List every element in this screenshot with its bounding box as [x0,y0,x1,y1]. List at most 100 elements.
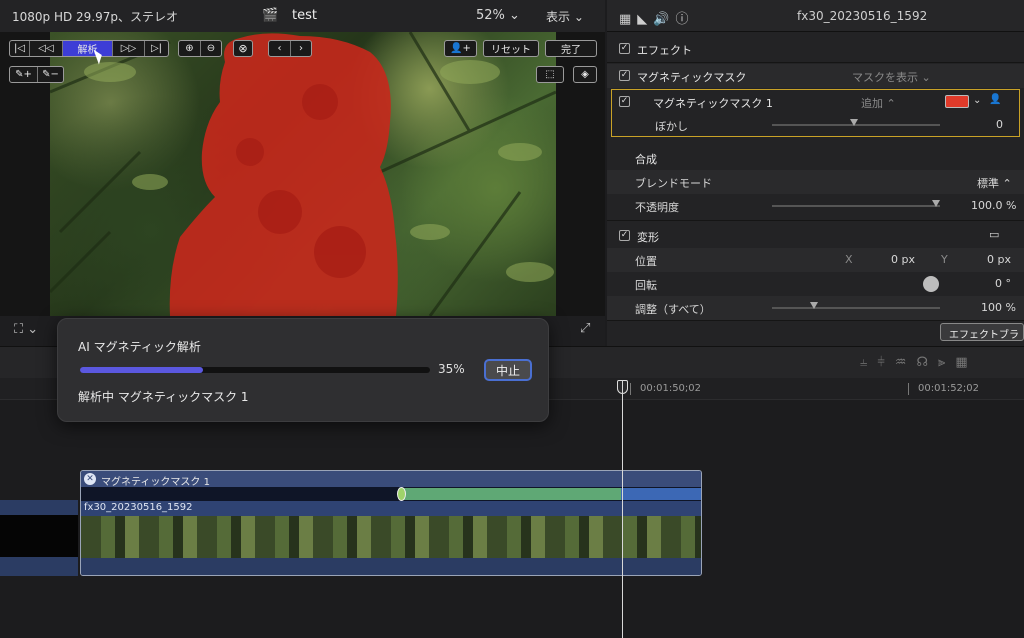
rotation-dial[interactable] [923,276,939,292]
mask1-row: ✓ マグネティックマスク 1 追加 ⌃ ⌄ 👤 [607,90,1024,114]
viewer: 1080p HD 29.97p、ステレオ 🎬 test 52% ⌄ 表示 ⌄ |… [0,0,605,346]
mask-color-swatch[interactable] [945,95,969,108]
analyze-button[interactable]: 解析 [63,41,113,56]
filmstrip-thumbnails [81,516,701,558]
analysis-hud: AI マグネティック解析 35% 中止 解析中 マグネティックマスク 1 [57,318,549,422]
blend-mode-menu[interactable]: 標準 ⌃ [977,175,1012,191]
hud-title: AI マグネティック解析 [78,340,201,354]
timecode-1: 00:01:50;02 [640,383,702,394]
effects-checkbox[interactable]: ✓ [619,43,630,54]
clear-icon[interactable]: ⊗ [233,40,253,57]
rotation-value[interactable]: 0 ° [995,277,1011,290]
mask1-label: マグネティックマスク 1 [653,97,773,110]
hud-progress-bar [80,367,430,373]
feather-knob[interactable] [850,119,858,126]
transform-label: 変形 [637,231,659,244]
pending-range [621,488,701,500]
effect-clip-label: マグネティックマスク 1 [101,477,210,488]
transform-row: ✓ 変形 ▭ [607,224,1024,248]
mask-mode-menu[interactable]: 追加 ⌃ [861,95,896,111]
zoom-controls: ⊕ ⊖ [178,40,222,57]
opacity-value[interactable]: 100.0 % [971,199,1016,212]
brush-remove-icon[interactable]: ✎− [38,67,63,82]
add-person-icon[interactable]: 👤+ [444,40,477,57]
inspector-clip-name: fx30_20230516_1592 [797,9,928,23]
position-row: 位置 X 0 px Y 0 px [607,248,1024,272]
frame-art [50,32,556,316]
inspector-header: ▦◣🔊ⓘ fx30_20230516_1592 [607,0,1024,32]
analyze-forward-button[interactable]: ▷▷ [113,41,145,56]
composite-row: 合成 [607,146,1024,170]
clapper-icon: 🎬 [262,8,279,23]
plus-icon[interactable]: ⊕ [179,41,201,56]
scale-knob[interactable] [810,302,818,309]
pos-y-label: Y [941,253,948,266]
format-info: 1080p HD 29.97p、ステレオ [12,10,179,24]
opacity-knob[interactable] [932,200,940,207]
transform-tool-icon[interactable]: ⛶ ⌄ [14,322,38,337]
viewer-header: 1080p HD 29.97p、ステレオ 🎬 test 52% ⌄ 表示 ⌄ [0,0,605,32]
effects-browser-button[interactable]: エフェクトブラ [940,323,1024,341]
magnetic-mask-label: マグネティックマスク [637,71,747,84]
timeline-tool-icons[interactable]: ⫨⫩♒☊⫸▦ [860,355,978,370]
clip-label: fx30_20230516_1592 [84,502,193,513]
minus-icon[interactable]: ⊖ [201,41,221,56]
pos-x-label: X [845,253,853,266]
analysis-marker [397,487,406,501]
show-mask-menu[interactable]: マスクを表示 ⌄ [852,69,931,85]
timecode-2: 00:01:52;02 [918,383,980,394]
magnetic-mask-checkbox[interactable]: ✓ [619,70,630,81]
effect-clip-header: ✕ マグネティックマスク 1 [81,471,701,488]
blend-mode-row: ブレンドモード 標準 ⌃ [607,170,1024,194]
scale-slider[interactable] [772,307,940,309]
brush-controls: ✎+ ✎− [9,66,64,83]
position-label: 位置 [635,255,657,268]
pos-x-value[interactable]: 0 px [891,253,915,266]
opacity-slider[interactable] [772,205,940,207]
remove-effect-icon[interactable]: ✕ [84,473,96,485]
done-button[interactable]: 完了 [545,40,597,57]
next-keyframe-icon[interactable]: › [291,41,311,56]
scale-label: 調整（すべて） [635,303,711,316]
rotation-label: 回転 [635,279,657,292]
video-frame[interactable] [50,32,556,316]
inspector: ▦◣🔊ⓘ fx30_20230516_1592 ✓ エフェクト ✓ マグネティッ… [607,0,1024,346]
feather-label: ぼかし [655,120,688,133]
inspector-tab-icons[interactable]: ▦◣🔊ⓘ [619,8,694,27]
timeline-clip[interactable]: ✕ マグネティックマスク 1 fx30_20230516_1592 [80,470,702,576]
selection-rect-icon[interactable]: ⬚ [536,66,564,83]
layers-icon[interactable]: ◈ [573,66,597,83]
color-chevron-icon[interactable]: ⌄ [973,95,981,106]
go-end-button[interactable]: ▷| [145,41,168,56]
composite-label: 合成 [635,153,657,166]
transform-onscreen-icon[interactable]: ▭ [989,228,999,241]
pos-y-value[interactable]: 0 px [987,253,1011,266]
opacity-label: 不透明度 [635,201,679,214]
zoom-menu[interactable]: 52% ⌄ [476,8,520,23]
feather-value[interactable]: 0 [996,118,1003,131]
stop-button[interactable]: 中止 [484,359,532,381]
mask1-checkbox[interactable]: ✓ [619,96,630,107]
view-menu[interactable]: 表示 ⌄ [546,8,584,25]
magnetic-mask-row: ✓ マグネティックマスク マスクを表示 ⌄ [607,64,1024,88]
playhead[interactable] [622,380,623,638]
effects-label: エフェクト [637,44,692,57]
fullscreen-icon[interactable]: ⤢ [580,321,590,336]
previous-clip[interactable] [0,500,78,576]
prev-keyframe-icon[interactable]: ‹ [269,41,291,56]
project-title: test [292,8,317,23]
brush-add-icon[interactable]: ✎+ [10,67,38,82]
analysis-progress-strip [81,487,701,501]
transform-checkbox[interactable]: ✓ [619,230,630,241]
keyframe-nav: ‹ › [268,40,312,57]
feather-row: ぼかし 0 [607,113,1024,137]
blend-mode-label: ブレンドモード [635,177,712,190]
hud-progress-fill [80,367,203,373]
scale-value[interactable]: 100 % [981,301,1016,314]
analyze-backward-button[interactable]: ◁◁ [30,41,63,56]
rotation-row: 回転 0 ° [607,272,1024,296]
reset-button[interactable]: リセット [483,40,539,57]
go-start-button[interactable]: |◁ [10,41,30,56]
scale-row: 調整（すべて） 100 % [607,296,1024,320]
hud-status: 解析中 マグネティックマスク 1 [78,390,249,404]
